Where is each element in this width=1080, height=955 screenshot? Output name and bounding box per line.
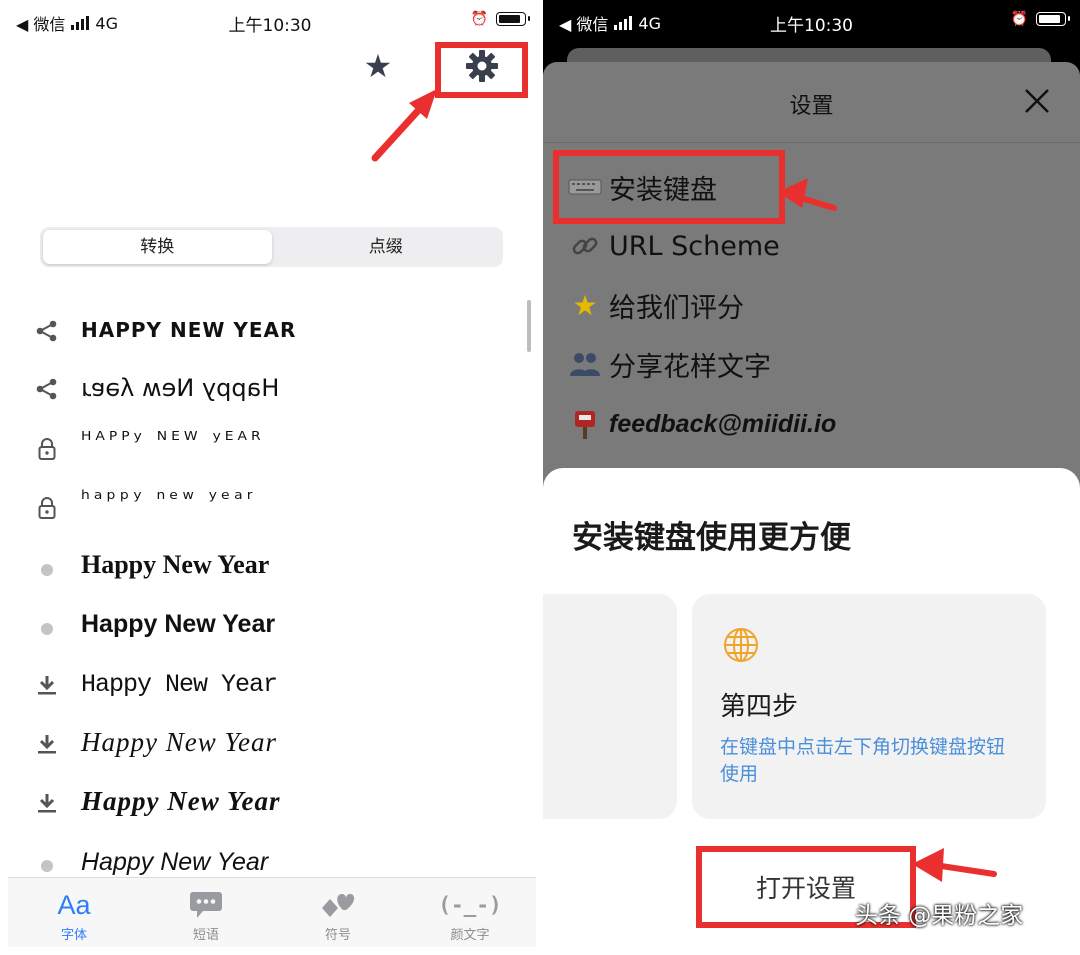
right-screen: ◀ 微信 4G 上午10:30 ⏰ 设置 安装键盘 URL Scheme ★ 给…: [543, 0, 1080, 955]
tab-label: 短语: [192, 928, 219, 943]
dot-icon: [41, 564, 53, 576]
battery-icon: [496, 12, 530, 26]
link-icon: [572, 237, 598, 255]
people-icon: [570, 353, 600, 376]
menu-label: 给我们评分: [609, 292, 744, 324]
font-preview-text: Happy New Year: [81, 610, 276, 638]
close-icon[interactable]: [1022, 86, 1052, 116]
tab-fonts[interactable]: Aa 字体: [8, 878, 140, 947]
status-bar: ◀ 微信 4G 上午10:30 ⏰: [543, 0, 1080, 44]
sheet-title: 设置: [789, 94, 834, 119]
previous-step-card[interactable]: [543, 594, 677, 819]
status-bar: ◀ 微信 4G 上午10:30 ⏰: [0, 0, 540, 44]
step-card[interactable]: 第四步 在键盘中点击左下角切换键盘按钮使用: [692, 594, 1046, 819]
font-style-row[interactable]: ʰᵃᵖᵖʸ ⁿᵉʷ ʸᵉᵃʳ: [0, 481, 540, 539]
download-icon[interactable]: [34, 672, 60, 698]
font-style-row[interactable]: Happy New Year: [0, 658, 540, 716]
font-style-row[interactable]: ᴴᴬᴾᴾʸ ᴺᴱᵂ ʸᴱᴬᴿ: [0, 422, 540, 480]
menu-share[interactable]: 分享花样文字: [567, 339, 771, 389]
step-title: 第四步: [720, 692, 799, 722]
tab-kaomoji[interactable]: (-_-) 颜文字: [404, 878, 536, 947]
tab-label: 字体: [60, 928, 87, 943]
gear-highlight-box: [435, 42, 528, 98]
font-style-row[interactable]: Happy New Year: [0, 599, 540, 657]
alarm-icon: ⏰: [1010, 11, 1028, 27]
font-preview-text: Happy New Year: [81, 727, 278, 757]
menu-label: feedback@miidii.io: [609, 409, 837, 438]
aa-icon: Aa: [57, 889, 91, 920]
download-icon[interactable]: [34, 790, 60, 816]
star-icon: ★: [572, 288, 598, 322]
lock-icon[interactable]: [34, 495, 60, 521]
font-preview-text: ʰᵃᵖᵖʸ ⁿᵉʷ ʸᵉᵃʳ: [81, 487, 257, 512]
font-preview-text: HAPPY NEW YEAR: [81, 318, 297, 342]
speech-bubble-icon: [190, 892, 222, 918]
alarm-icon: ⏰: [470, 11, 488, 27]
menu-feedback-email[interactable]: feedback@miidii.io: [567, 399, 836, 449]
font-preview-text: Happy New Year: [81, 670, 278, 699]
modal-title: 安装键盘使用更方便: [572, 520, 851, 556]
share-icon[interactable]: [34, 318, 60, 344]
status-time: 上午10:30: [228, 16, 312, 36]
lock-icon[interactable]: [34, 436, 60, 462]
font-preview-text: ᴴᴬᴾᴾʸ ᴺᴱᵂ ʸᴱᴬᴿ: [81, 428, 265, 453]
font-preview-text: Happy Neʍ ʎǝɐɹ: [81, 374, 280, 402]
font-preview-text: Happy New Year: [81, 786, 281, 816]
watermark: 头条 @果粉之家: [855, 903, 1024, 929]
font-style-row[interactable]: HAPPY NEW YEAR: [0, 304, 540, 362]
font-style-row[interactable]: Happy New Year: [0, 776, 540, 834]
status-right: ⏰: [470, 11, 530, 27]
step-description: 在键盘中点击左下角切换键盘按钮使用: [720, 736, 1006, 785]
font-preview-text: Happy New Year: [81, 550, 270, 579]
left-screen: ◀ 微信 4G 上午10:30 ⏰ ★ 转换 点缀 HAPPY NEW YEAR…: [0, 0, 540, 955]
segmented-control: 转换 点缀: [40, 227, 503, 267]
font-style-row[interactable]: Happy New Year: [0, 540, 540, 598]
status-time: 上午10:30: [770, 16, 853, 36]
font-preview-text: Happy New Year: [81, 848, 269, 876]
tab-bar: Aa 字体 短语 符号 (-_-) 颜文字: [8, 877, 536, 947]
menu-rate-us[interactable]: ★ 给我们评分: [567, 280, 744, 330]
tab-symbols[interactable]: 符号: [272, 878, 404, 947]
segment-convert[interactable]: 转换: [43, 230, 272, 264]
globe-icon: [724, 628, 758, 662]
mailbox-icon: [575, 411, 595, 439]
tab-phrases[interactable]: 短语: [140, 878, 272, 947]
dot-icon: [41, 860, 53, 872]
font-style-row[interactable]: Happy Neʍ ʎǝɐɹ: [0, 362, 540, 420]
share-icon[interactable]: [34, 376, 60, 402]
dot-icon: [41, 623, 53, 635]
install-keyboard-highlight-box: [553, 150, 785, 224]
tab-label: 符号: [324, 928, 351, 943]
battery-icon: [1036, 12, 1070, 26]
kaomoji-icon: (-_-): [438, 893, 502, 917]
status-right: ⏰: [1010, 11, 1070, 27]
font-style-row[interactable]: Happy New Year: [0, 717, 540, 775]
menu-label: URL Scheme: [609, 230, 780, 262]
divider: [543, 142, 1080, 143]
segment-decorate[interactable]: 点缀: [272, 230, 501, 264]
symbols-icon: [322, 894, 355, 917]
tab-label: 颜文字: [450, 928, 490, 943]
download-icon[interactable]: [34, 731, 60, 757]
menu-label: 分享花样文字: [609, 351, 771, 383]
menu-url-scheme[interactable]: URL Scheme: [567, 221, 780, 271]
favorites-star-button[interactable]: ★: [360, 48, 396, 84]
